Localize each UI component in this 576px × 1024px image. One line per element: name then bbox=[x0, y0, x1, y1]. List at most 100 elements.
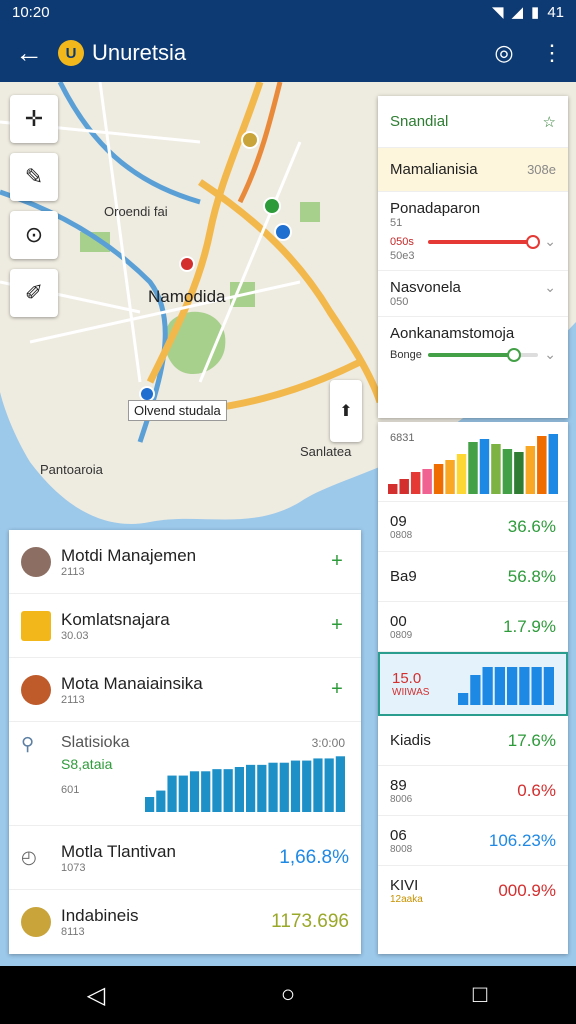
star-icon[interactable]: ☆ bbox=[543, 113, 556, 131]
chart-bar bbox=[410, 472, 421, 494]
map-pin[interactable] bbox=[139, 386, 155, 402]
opacity-slider[interactable] bbox=[428, 234, 540, 249]
avatar bbox=[21, 674, 51, 705]
chart-bar bbox=[537, 436, 547, 494]
add-icon[interactable]: + bbox=[325, 678, 349, 701]
stat-row[interactable]: 09 0808 36.6% bbox=[378, 502, 568, 552]
map-pin[interactable] bbox=[263, 197, 281, 215]
map-label: Namodida bbox=[148, 287, 226, 306]
chart-bar bbox=[234, 767, 244, 812]
avatar bbox=[21, 907, 51, 937]
chart-bar bbox=[507, 667, 518, 705]
chart-bar bbox=[494, 667, 505, 705]
layers-search[interactable]: Mamalianisia 308e bbox=[378, 148, 568, 192]
layer-row[interactable]: Nasvonela ⌄ 050 bbox=[378, 271, 568, 317]
add-icon[interactable]: + bbox=[325, 550, 349, 573]
chart-bar bbox=[531, 667, 542, 705]
layer-row[interactable]: Aonkanamstomoja Bonge ⌄ bbox=[378, 317, 568, 371]
nav-back-icon[interactable]: ◁ bbox=[66, 981, 126, 1010]
map-toolbar: ✛ ✎ ⊙ ✐ bbox=[10, 95, 58, 317]
more-vert-icon[interactable]: ⋮ bbox=[528, 40, 576, 66]
chevron-down-icon[interactable]: ⌄ bbox=[544, 279, 556, 296]
chevron-down-icon[interactable]: ⌄ bbox=[544, 346, 556, 363]
measure-tool-icon[interactable]: ⊙ bbox=[10, 211, 58, 259]
list-item[interactable]: Motdi Manajemen 2113 + bbox=[9, 530, 361, 594]
stat-row[interactable]: Ba9 56.8% bbox=[378, 552, 568, 602]
stat-row[interactable]: Kiadis 17.6% bbox=[378, 716, 568, 766]
chart-bar bbox=[491, 444, 501, 494]
chart-bar bbox=[543, 667, 554, 705]
chart-bar bbox=[388, 484, 398, 494]
slider-handle[interactable] bbox=[507, 347, 521, 362]
signal-icon: ◢ bbox=[511, 4, 524, 21]
avatar bbox=[21, 610, 51, 641]
nav-home-icon[interactable]: ○ bbox=[258, 981, 318, 1009]
app-title: Unuretsia bbox=[92, 40, 187, 65]
slider-handle[interactable] bbox=[525, 234, 540, 249]
chart-bar bbox=[167, 775, 177, 812]
opacity-slider[interactable] bbox=[428, 347, 539, 362]
list-item[interactable]: Mota Manaiainsika 2113 + bbox=[9, 658, 361, 722]
map-callout[interactable]: Olvend studala bbox=[128, 400, 227, 421]
stat-row[interactable]: KIVI 12aaka 000.9% bbox=[378, 866, 568, 916]
battery-level: 41 bbox=[547, 3, 564, 21]
stats-chart: 6831 bbox=[378, 422, 568, 502]
status-bar: 10:20 ◥ ◢ ▮ 41 bbox=[0, 0, 576, 24]
list-item[interactable]: ◴ Motla Tlantivan 1073 1,66.8% bbox=[9, 826, 361, 890]
chart-bar bbox=[279, 762, 289, 812]
layers-panel: Snandial ☆ Mamalianisia 308e Ponadaparon… bbox=[378, 96, 568, 418]
battery-icon: ▮ bbox=[531, 4, 540, 21]
chart-bar bbox=[519, 667, 530, 705]
pan-tool-icon[interactable]: ✛ bbox=[10, 95, 58, 143]
map-pin[interactable] bbox=[274, 223, 292, 241]
stat-row[interactable]: 89 8006 0.6% bbox=[378, 766, 568, 816]
list-stats-item[interactable]: ⚲ Slatisioka S8,ataia 601 3:0:00 bbox=[9, 722, 361, 826]
layer-row[interactable]: Ponadaparon 51 050s ⌄ 50e3 bbox=[378, 192, 568, 271]
chart-bar bbox=[514, 452, 524, 494]
chart-bar bbox=[201, 771, 211, 812]
chart-bar bbox=[257, 764, 267, 812]
map-pin[interactable] bbox=[179, 256, 195, 272]
chart-bar bbox=[456, 454, 467, 494]
chevron-down-icon[interactable]: ⌄ bbox=[544, 233, 556, 250]
chart-bar bbox=[335, 756, 345, 812]
list-item[interactable]: Komlatsnajara 30.03 + bbox=[9, 594, 361, 658]
sync-icon[interactable]: ◎ bbox=[480, 40, 528, 66]
layers-title: Snandial bbox=[390, 113, 449, 130]
back-arrow-icon[interactable]: ← bbox=[0, 37, 58, 69]
chart-bar bbox=[302, 760, 312, 812]
chart-bar bbox=[212, 769, 222, 812]
chart-bar bbox=[470, 675, 481, 705]
erase-tool-icon[interactable]: ✐ bbox=[10, 269, 58, 317]
chart-bar bbox=[324, 758, 334, 812]
status-time: 10:20 bbox=[12, 3, 50, 21]
chart-bar bbox=[482, 667, 493, 705]
chart-bar bbox=[156, 790, 166, 812]
chart-bar bbox=[548, 434, 558, 494]
stats-panel: 6831 09 0808 36.6% Ba9 56.8% 00 0809 1.7.9… bbox=[378, 422, 568, 954]
chart-bar bbox=[178, 775, 188, 812]
add-icon[interactable]: + bbox=[325, 614, 349, 637]
map-pin[interactable] bbox=[241, 131, 259, 149]
chart-bar bbox=[525, 446, 536, 494]
stat-row[interactable]: 06 8008 106.23% bbox=[378, 816, 568, 866]
chart-bar bbox=[246, 764, 256, 812]
chart-bar bbox=[422, 469, 432, 494]
compass-icon[interactable]: ⬆ bbox=[330, 380, 362, 442]
chart-bar bbox=[268, 762, 278, 812]
link-icon: ⚲ bbox=[21, 734, 35, 754]
nav-recent-icon[interactable]: □ bbox=[450, 981, 510, 1009]
bar-chart bbox=[145, 756, 345, 812]
mini-bar-chart bbox=[458, 667, 554, 705]
stat-row-selected[interactable]: 15.0 WIIWAS bbox=[378, 652, 568, 716]
chart-bar bbox=[313, 758, 323, 812]
chart-bar bbox=[433, 464, 444, 494]
stat-row[interactable]: 00 0809 1.7.9% bbox=[378, 602, 568, 652]
avatar bbox=[21, 546, 51, 577]
layers-header: Snandial ☆ bbox=[378, 96, 568, 148]
list-item[interactable]: Indabineis 8113 1173.696 bbox=[9, 890, 361, 954]
draw-tool-icon[interactable]: ✎ bbox=[10, 153, 58, 201]
chart-bar bbox=[223, 769, 233, 812]
timer-icon: ◴ bbox=[21, 847, 37, 867]
chart-bar bbox=[189, 771, 200, 812]
